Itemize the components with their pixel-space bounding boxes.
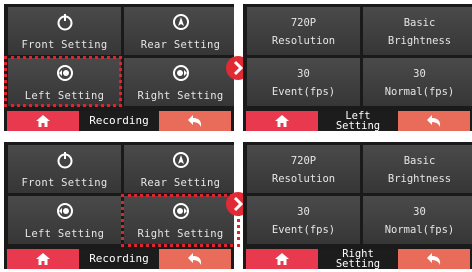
home-button[interactable] xyxy=(246,249,318,269)
bottom-bar: Recording xyxy=(4,109,234,131)
event-fps-value: 30 xyxy=(297,68,310,80)
front-setting-button[interactable]: Front Setting xyxy=(8,145,121,193)
back-button[interactable] xyxy=(398,111,470,131)
rear-setting-button[interactable]: Rear Setting xyxy=(124,7,234,55)
front-setting-button[interactable]: Front Setting xyxy=(8,7,121,55)
normal-fps-label: Normal(fps) xyxy=(384,224,455,236)
rear-camera-icon xyxy=(124,11,234,33)
settings-title: Right Setting xyxy=(318,249,398,269)
rear-setting-button[interactable]: Rear Setting xyxy=(124,145,234,193)
back-arrow-icon xyxy=(188,253,202,265)
event-fps-label: Event(fps) xyxy=(271,86,336,98)
bottom-bar: Left Setting xyxy=(243,109,472,131)
resolution-setting[interactable]: 720P Resolution xyxy=(247,7,360,55)
left-setting-label: Left Setting xyxy=(24,228,105,240)
normal-fps-value: 30 xyxy=(413,206,426,218)
back-arrow-icon xyxy=(427,253,441,265)
back-arrow-icon xyxy=(188,115,202,127)
resolution-setting[interactable]: 720P Resolution xyxy=(247,145,360,193)
brightness-setting[interactable]: Basic Brightness xyxy=(363,7,472,55)
brightness-label: Brightness xyxy=(387,173,452,185)
resolution-value: 720P xyxy=(290,17,317,29)
home-button[interactable] xyxy=(246,111,318,131)
brightness-value: Basic xyxy=(403,155,436,167)
normal-fps-setting[interactable]: 30 Normal(fps) xyxy=(363,58,472,106)
normal-fps-setting[interactable]: 30 Normal(fps) xyxy=(363,196,472,244)
settings-screen-bottom: 720P Resolution Basic Brightness 30 Even… xyxy=(243,142,472,269)
normal-fps-label: Normal(fps) xyxy=(384,86,455,98)
rear-setting-label: Rear Setting xyxy=(140,39,221,51)
rear-setting-label: Rear Setting xyxy=(140,177,221,189)
resolution-label: Resolution xyxy=(271,173,336,185)
settings-title-line2: Setting xyxy=(335,258,381,269)
settings-title-line2: Setting xyxy=(335,120,381,131)
event-fps-setting[interactable]: 30 Event(fps) xyxy=(247,196,360,244)
home-icon xyxy=(275,115,289,127)
recording-button[interactable]: Recording xyxy=(79,249,159,269)
settings-screen-top: 720P Resolution Basic Brightness 30 Even… xyxy=(243,4,472,131)
home-icon xyxy=(275,253,289,265)
brightness-setting[interactable]: Basic Brightness xyxy=(363,145,472,193)
home-button[interactable] xyxy=(7,249,79,269)
back-button[interactable] xyxy=(159,249,231,269)
selection-highlight-left xyxy=(4,56,122,107)
front-setting-label: Front Setting xyxy=(21,177,108,189)
left-setting-button[interactable]: Left Setting xyxy=(8,196,121,244)
bottom-bar: Recording xyxy=(4,247,234,269)
home-button[interactable] xyxy=(7,111,79,131)
back-button[interactable] xyxy=(159,111,231,131)
brightness-label: Brightness xyxy=(387,35,452,47)
resolution-value: 720P xyxy=(290,155,317,167)
power-icon xyxy=(8,11,121,33)
right-setting-label: Right Setting xyxy=(137,90,224,102)
power-icon xyxy=(8,149,121,171)
bottom-bar: Right Setting xyxy=(243,247,472,269)
recording-button[interactable]: Recording xyxy=(79,111,159,131)
home-icon xyxy=(36,253,50,265)
selection-highlight-right xyxy=(121,194,240,247)
normal-fps-value: 30 xyxy=(413,68,426,80)
left-camera-icon xyxy=(8,200,121,222)
rear-camera-icon xyxy=(124,149,234,171)
settings-title: Left Setting xyxy=(318,111,398,131)
back-button[interactable] xyxy=(398,249,470,269)
home-icon xyxy=(36,115,50,127)
resolution-label: Resolution xyxy=(271,35,336,47)
right-camera-icon xyxy=(124,62,234,84)
event-fps-value: 30 xyxy=(297,206,310,218)
right-setting-button[interactable]: Right Setting xyxy=(124,58,234,106)
front-setting-label: Front Setting xyxy=(21,39,108,51)
brightness-value: Basic xyxy=(403,17,436,29)
back-arrow-icon xyxy=(427,115,441,127)
event-fps-label: Event(fps) xyxy=(271,224,336,236)
event-fps-setting[interactable]: 30 Event(fps) xyxy=(247,58,360,106)
